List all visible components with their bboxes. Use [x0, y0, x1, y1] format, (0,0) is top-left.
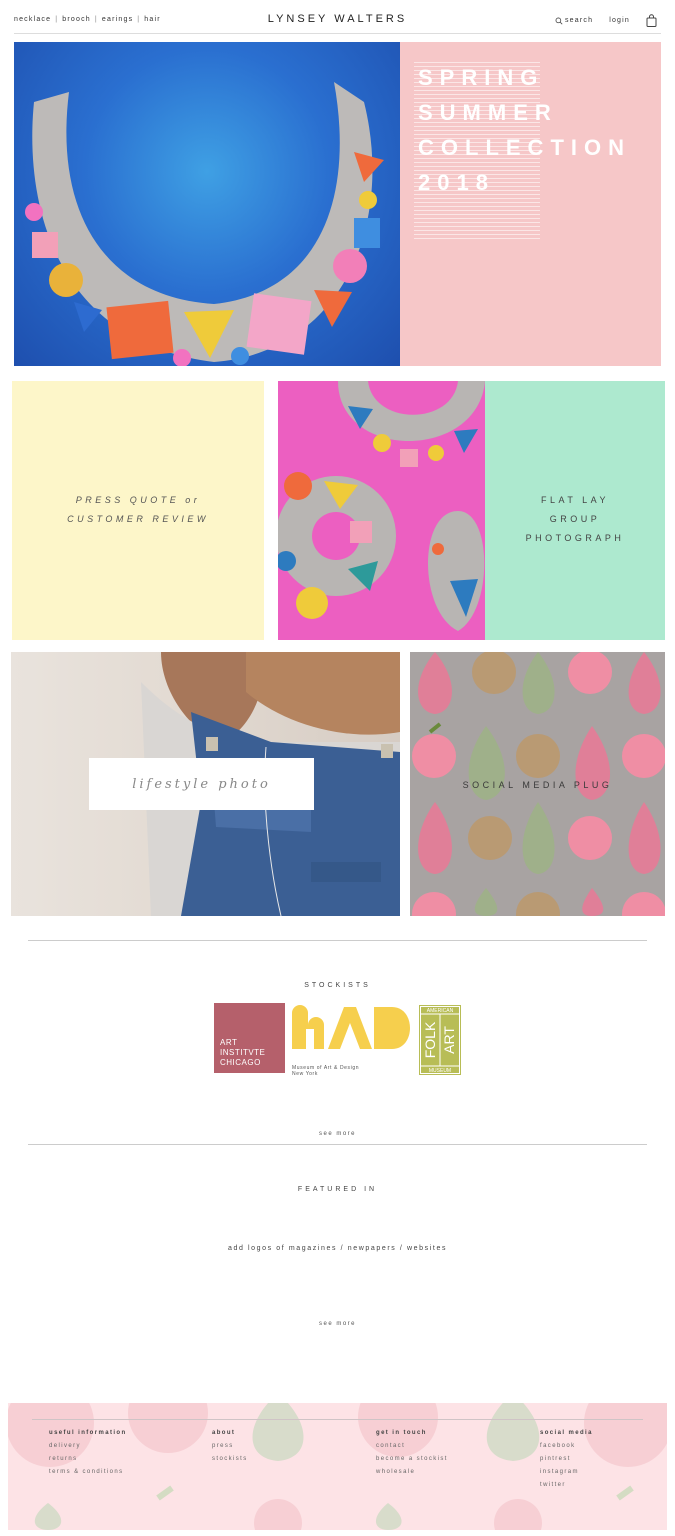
search-button[interactable]: search [555, 17, 593, 25]
footer-link-returns[interactable]: returns [49, 1456, 127, 1462]
social-media-tile[interactable]: SOCIAL MEDIA PLUG [410, 652, 665, 916]
footer-link-facebook[interactable]: facebook [540, 1443, 593, 1449]
section-divider [28, 940, 647, 941]
press-quote-text: PRESS QUOTE or CUSTOMER REVIEW [67, 495, 209, 524]
footer-link-stockists[interactable]: stockists [212, 1456, 248, 1462]
featured-title: FEATURED IN [297, 1186, 378, 1193]
featured-placeholder-text: add logos of magazines / newpapers / web… [227, 1245, 448, 1252]
search-label: search [564, 17, 594, 24]
footer-column-useful-information: useful information delivery returns term… [49, 1430, 127, 1482]
afam-text-museum: MUSEUM [429, 1068, 451, 1074]
footer-link-twitter[interactable]: twitter [540, 1482, 593, 1488]
afam-text-folk: FOLK [422, 1021, 438, 1058]
afam-text-art: ART [441, 1026, 457, 1054]
lifestyle-label-box: lifestyle photo [89, 758, 314, 810]
featured-see-more-link[interactable]: see more [0, 1321, 675, 1327]
mad-logo-mark [292, 1005, 410, 1049]
shopping-bag-icon[interactable] [646, 14, 657, 27]
footer-link-press[interactable]: press [212, 1443, 248, 1449]
footer-link-wholesale[interactable]: wholesale [376, 1469, 448, 1475]
lifestyle-label: lifestyle photo [132, 776, 271, 792]
flat-lay-tile[interactable]: FLAT LAY GROUP PHOTOGRAPH [485, 381, 665, 640]
lifestyle-photo-tile[interactable]: lifestyle photo [11, 652, 400, 916]
hero-title: SPRING SUMMER COLLECTION 2018 [418, 65, 631, 195]
hero-banner[interactable]: SPRING SUMMER COLLECTION 2018 [14, 42, 661, 366]
footer-column-get-in-touch: get in touch contact become a stockist w… [376, 1430, 448, 1482]
stockist-logos: ART INSTITVTE CHICAGO Museum of Art & De… [214, 1003, 464, 1077]
earrings-photo-tile[interactable] [278, 381, 485, 640]
footer-link-pintrest[interactable]: pintrest [540, 1456, 593, 1462]
footer-column-about: about press stockists [212, 1430, 248, 1469]
footer-heading: useful information [49, 1430, 127, 1436]
art-institute-chicago-logo[interactable]: ART INSTITVTE CHICAGO [214, 1003, 285, 1073]
search-icon [555, 17, 563, 24]
mad-caption: Museum of Art & Design New York [292, 1065, 360, 1077]
footer-heading: social media [540, 1430, 593, 1436]
section-divider [28, 1144, 647, 1145]
aic-logo-text: ART INSTITVTE CHICAGO [220, 1038, 266, 1067]
footer: useful information delivery returns term… [8, 1403, 667, 1530]
afam-logo-mark: AMERICAN FOLK ART MUSEUM [420, 1006, 460, 1074]
stockists-title: STOCKISTS [304, 982, 371, 989]
footer-link-terms[interactable]: terms & conditions [49, 1469, 127, 1475]
hero-necklace-photo [14, 42, 400, 366]
stockists-see-more-link[interactable]: see more [0, 1131, 675, 1137]
footer-link-delivery[interactable]: delivery [49, 1443, 127, 1449]
footer-divider [32, 1419, 643, 1420]
footer-heading: get in touch [376, 1430, 427, 1436]
footer-column-social-media: social media facebook pintrest instagram… [540, 1430, 593, 1495]
afam-text-american: AMERICAN [427, 1008, 454, 1014]
footer-link-become-stockist[interactable]: become a stockist [376, 1456, 448, 1462]
hero-title-panel: SPRING SUMMER COLLECTION 2018 [400, 42, 661, 366]
press-quote-tile[interactable]: PRESS QUOTE or CUSTOMER REVIEW [12, 381, 264, 640]
footer-link-instagram[interactable]: instagram [540, 1469, 593, 1475]
header-actions: search login [555, 14, 657, 27]
header-divider [14, 33, 661, 34]
social-media-text: SOCIAL MEDIA PLUG [462, 780, 613, 790]
footer-heading: about [212, 1430, 236, 1436]
flat-lay-text: FLAT LAY GROUP PHOTOGRAPH [525, 495, 625, 543]
footer-link-contact[interactable]: contact [376, 1443, 448, 1449]
american-folk-art-museum-logo[interactable]: AMERICAN FOLK ART MUSEUM [419, 1005, 461, 1075]
museum-art-design-logo[interactable]: Museum of Art & Design New York [292, 1005, 414, 1077]
login-link[interactable]: login [609, 17, 630, 24]
